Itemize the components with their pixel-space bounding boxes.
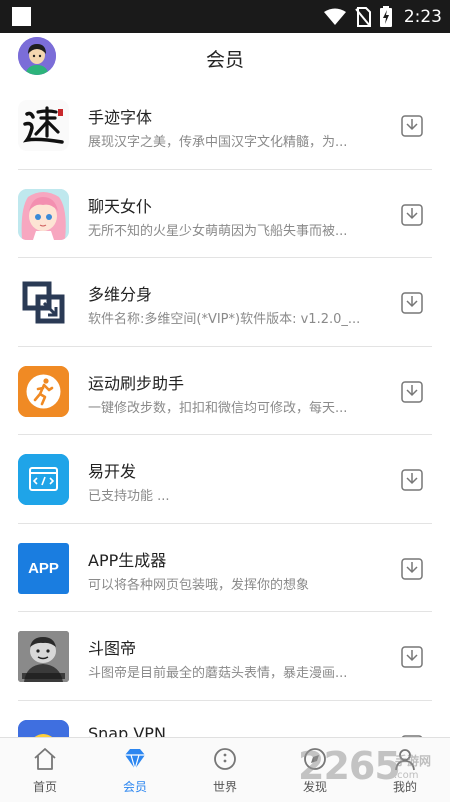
download-icon[interactable]	[401, 646, 423, 668]
meme-icon	[18, 631, 69, 682]
app-name: 易开发	[88, 462, 137, 481]
home-icon	[34, 748, 56, 770]
download-icon[interactable]	[401, 203, 423, 226]
app-description: 可以将各种网页包装哦，发挥你的想象	[88, 577, 310, 593]
app-description: 一键修改步数，扣扣和微信均可修改，每天...	[88, 400, 348, 416]
no-sim-icon	[355, 6, 371, 27]
app-name: APP生成器	[88, 550, 167, 570]
status-icons: 2:23	[323, 6, 442, 27]
app-name: 手迹字体	[88, 108, 153, 127]
app-name: 多维分身	[88, 285, 153, 304]
list-item[interactable]: 运动刷步助手 一键修改步数，扣扣和微信均可修改，每天...	[0, 347, 450, 435]
watermark-domain: .com	[394, 770, 419, 781]
running-man-icon	[18, 365, 69, 417]
app-name: 聊天女仆	[88, 196, 153, 216]
list-item[interactable]: 易开发 已支持功能 ...	[0, 435, 450, 524]
watermark-subtitle: 手游网	[395, 754, 432, 768]
download-icon[interactable]	[401, 115, 423, 137]
tab-membership[interactable]: 会员	[90, 738, 180, 802]
app-name: 运动刷步助手	[88, 373, 185, 393]
download-icon[interactable]	[401, 557, 423, 580]
app-description: 展现汉字之美，传承中国汉字文化精髓，为...	[88, 135, 348, 150]
parallel-space-icon	[18, 277, 69, 328]
tab-world[interactable]: 世界	[180, 738, 270, 802]
tab-label: 会员	[122, 780, 147, 794]
app-list: 手迹字体 展现汉字之美，传承中国汉字文化精髓，为... 聊天女仆 无所不知的火星…	[0, 81, 450, 737]
diamond-icon	[125, 749, 145, 772]
vpn-icon	[18, 719, 69, 737]
app-description: 无所不知的火星少女萌萌因为飞船失事而被...	[88, 223, 348, 239]
app-header: 会员	[0, 33, 450, 81]
wifi-icon	[323, 8, 346, 25]
app-name: 斗图帝	[88, 639, 137, 658]
list-item[interactable]: 斗图帝 斗图帝是目前最全的蘑菇头表情，暴走漫画...	[0, 612, 450, 701]
app-description: 斗图帝是目前最全的蘑菇头表情，暴走漫画...	[88, 666, 348, 681]
status-bar: 2:23	[0, 0, 450, 33]
list-item[interactable]: 聊天女仆 无所不知的火星少女萌萌因为飞船失事而被...	[0, 170, 450, 258]
download-icon[interactable]	[401, 292, 423, 314]
app-description: 软件名称:多维空间(*VIP*)软件版本: v1.2.0_...	[88, 312, 361, 327]
list-item[interactable]: 手迹字体 展现汉字之美，传承中国汉字文化精髓，为...	[0, 81, 450, 170]
globe-icon	[214, 748, 236, 770]
app-icon-text: APP	[28, 559, 59, 577]
battery-charging-icon	[379, 6, 392, 27]
list-item[interactable]: 多维分身 软件名称:多维空间(*VIP*)软件版本: v1.2.0_...	[0, 258, 450, 347]
app-generator-icon: APP	[18, 542, 69, 594]
watermark-logo: 2265	[298, 744, 401, 788]
app-name: Snap VPN	[88, 723, 166, 738]
list-item[interactable]: APP APP生成器 可以将各种网页包装哦，发挥你的想象	[0, 524, 450, 612]
app-description: 已支持功能 ...	[88, 489, 170, 504]
download-icon[interactable]	[401, 380, 423, 403]
code-window-icon	[18, 454, 69, 505]
download-icon[interactable]	[401, 469, 423, 491]
tab-home[interactable]: 首页	[0, 738, 90, 802]
tab-label: 世界	[212, 780, 237, 794]
list-item[interactable]: Snap VPN	[0, 701, 450, 738]
page-title: 会员	[205, 49, 244, 71]
anime-girl-icon	[18, 188, 69, 240]
tab-label: 首页	[32, 780, 57, 794]
clock: 2:23	[403, 6, 442, 27]
notification-icon	[12, 7, 31, 26]
calligraphy-icon	[18, 100, 69, 151]
